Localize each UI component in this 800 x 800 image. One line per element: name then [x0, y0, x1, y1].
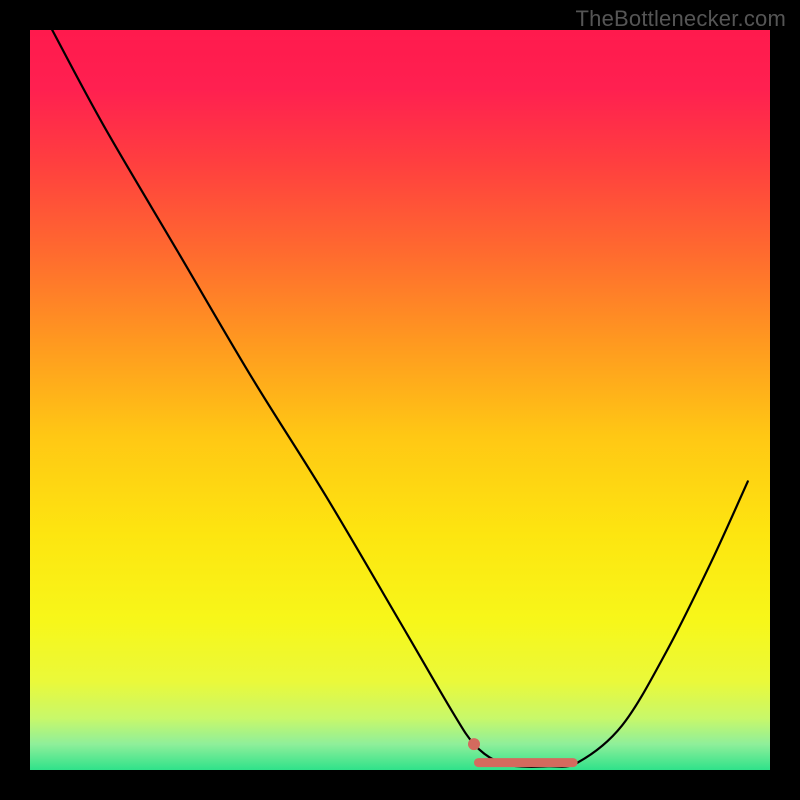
- watermark-text: TheBottlenecker.com: [576, 6, 786, 32]
- plot-area: [30, 30, 770, 770]
- chart-svg: [30, 30, 770, 770]
- highlight-dot: [468, 738, 480, 750]
- gradient-background: [30, 30, 770, 770]
- highlight-bar: [474, 758, 578, 767]
